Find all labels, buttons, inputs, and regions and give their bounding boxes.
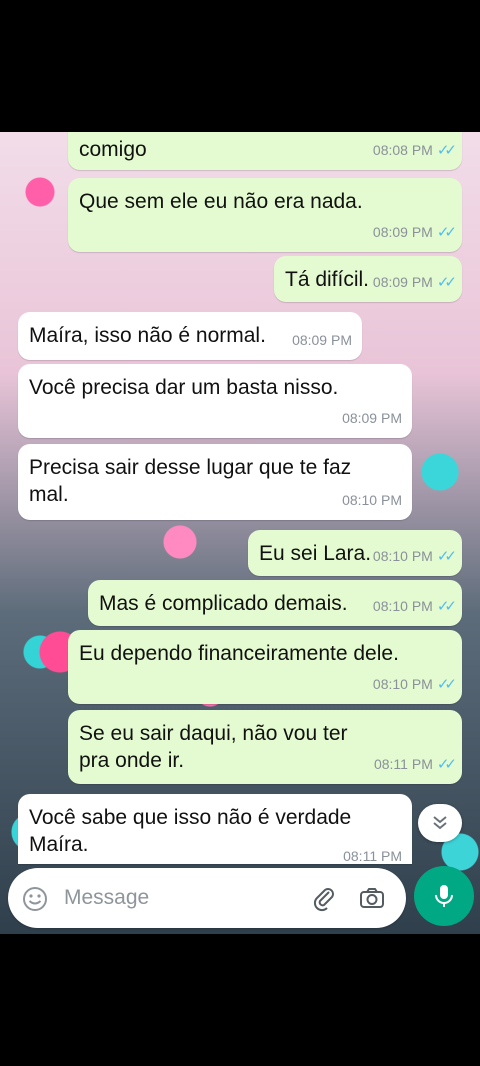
read-ticks-icon: ✓✓ (436, 548, 457, 565)
message-input[interactable]: Message (64, 886, 149, 910)
message-time: 08:10 PM (372, 598, 433, 614)
message-bubble-outgoing[interactable]: Eu dependo financeiramente dele. 08:10 P… (68, 630, 462, 704)
chevron-double-down-icon (433, 816, 447, 830)
message-bubble-incoming[interactable]: Precisa sair desse lugar que te faz mal.… (18, 444, 412, 520)
message-meta: 08:09 PM (292, 327, 352, 354)
message-bubble-outgoing[interactable]: comigo 08:08 PM ✓✓ (68, 132, 462, 170)
paperclip-icon[interactable] (310, 884, 338, 912)
read-ticks-icon: ✓✓ (436, 274, 457, 291)
read-ticks-icon: ✓✓ (436, 142, 457, 159)
message-text: Eu dependo financeiramente dele. (79, 642, 399, 665)
message-text: comigo (79, 138, 147, 161)
microphone-icon (435, 885, 453, 907)
microphone-button[interactable] (414, 866, 474, 926)
message-time: 08:09 PM (292, 332, 352, 348)
message-text: Mas é complicado demais. (99, 592, 348, 615)
read-ticks-icon: ✓✓ (436, 598, 457, 615)
camera-icon[interactable] (358, 884, 386, 912)
message-meta: 08:09 PM (342, 405, 402, 432)
message-bubble-outgoing[interactable]: Que sem ele eu não era nada. 08:09 PM ✓✓ (68, 178, 462, 252)
message-meta: 08:10 PM ✓✓ (372, 543, 457, 570)
message-bubble-outgoing[interactable]: Mas é complicado demais. 08:10 PM ✓✓ (88, 580, 462, 626)
message-text: Precisa sair desse lugar que te faz mal. (29, 456, 352, 506)
message-text: Que sem ele eu não era nada. (79, 190, 363, 213)
message-meta: 08:09 PM ✓✓ (372, 269, 457, 296)
message-time: 08:09 PM (372, 224, 433, 240)
message-time: 08:08 PM (372, 142, 433, 158)
message-bubble-outgoing[interactable]: Tá difícil. 08:09 PM ✓✓ (274, 256, 462, 302)
message-text: Se eu sair daqui, não vou ter pra onde i… (79, 722, 348, 772)
message-bubble-incoming[interactable]: Você sabe que isso não é verdade Maíra. … (18, 794, 412, 864)
message-bubble-outgoing[interactable]: Eu sei Lara. 08:10 PM ✓✓ (248, 530, 462, 576)
message-time: 08:09 PM (372, 274, 433, 290)
message-time: 08:11 PM (343, 848, 402, 864)
message-time: 08:09 PM (342, 410, 402, 426)
message-bubble-incoming[interactable]: Você precisa dar um basta nisso. 08:09 P… (18, 364, 412, 438)
message-time: 08:11 PM (373, 756, 433, 772)
message-time: 08:10 PM (372, 548, 433, 564)
message-time: 08:10 PM (372, 676, 433, 692)
message-text: Maíra, isso não é normal. (29, 324, 266, 347)
chat-background: comigo 08:08 PM ✓✓ Que sem ele eu não er… (0, 132, 480, 934)
message-text: Você sabe que isso não é verdade Maíra. (29, 806, 352, 856)
message-text: Eu sei Lara. (259, 542, 372, 565)
message-composer[interactable]: Message (8, 868, 406, 928)
message-text: Tá difícil. (285, 268, 370, 291)
message-text: Você precisa dar um basta nisso. (29, 376, 339, 399)
message-meta: 08:11 PM ✓✓ (373, 751, 457, 778)
read-ticks-icon: ✓✓ (436, 676, 457, 693)
message-bubble-incoming[interactable]: Maíra, isso não é normal. 08:09 PM (18, 312, 362, 360)
read-ticks-icon: ✓✓ (436, 756, 457, 773)
message-meta: 08:10 PM (342, 487, 402, 514)
message-meta: 08:08 PM ✓✓ (372, 137, 457, 164)
emoji-icon[interactable] (22, 886, 48, 912)
message-bubble-outgoing[interactable]: Se eu sair daqui, não vou ter pra onde i… (68, 710, 462, 784)
message-meta: 08:10 PM ✓✓ (372, 671, 457, 698)
message-meta: 08:11 PM (343, 843, 402, 870)
read-ticks-icon: ✓✓ (436, 224, 457, 241)
scroll-to-bottom-button[interactable] (418, 804, 462, 842)
message-time: 08:10 PM (342, 492, 402, 508)
message-meta: 08:09 PM ✓✓ (372, 219, 457, 246)
message-meta: 08:10 PM ✓✓ (372, 593, 457, 620)
